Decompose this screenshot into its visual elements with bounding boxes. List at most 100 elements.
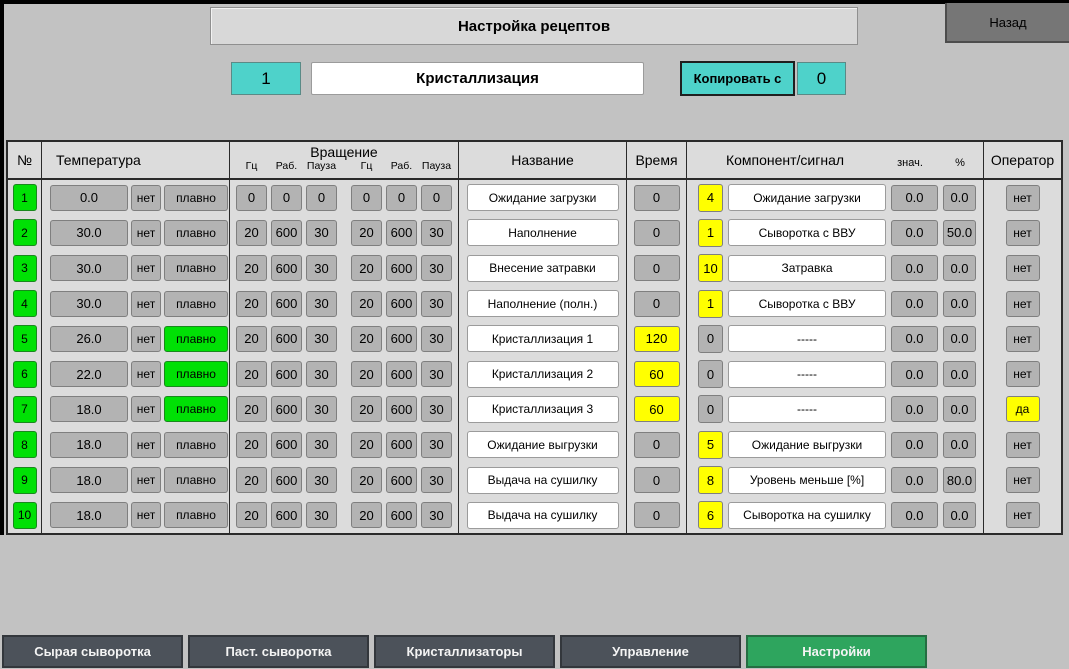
temperature-smooth-toggle[interactable]: плавно: [164, 255, 228, 281]
rotation-value[interactable]: 20: [236, 220, 267, 246]
rotation-value[interactable]: 600: [386, 432, 417, 458]
component-name-field[interactable]: Ожидание загрузки: [728, 184, 886, 211]
operator-toggle[interactable]: нет: [1006, 467, 1040, 493]
rotation-value[interactable]: 30: [306, 326, 337, 352]
component-percent[interactable]: 50.0: [943, 220, 976, 246]
component-percent[interactable]: 0.0: [943, 255, 976, 281]
component-percent[interactable]: 0.0: [943, 291, 976, 317]
rotation-value[interactable]: 600: [271, 396, 302, 422]
recipe-name-field[interactable]: Кристаллизация: [311, 62, 644, 95]
temperature-value[interactable]: 18.0: [50, 396, 128, 422]
rotation-value[interactable]: 30: [306, 432, 337, 458]
component-number[interactable]: 0: [698, 325, 723, 353]
component-value[interactable]: 0.0: [891, 432, 938, 458]
temperature-smooth-toggle[interactable]: плавно: [164, 220, 228, 246]
component-number[interactable]: 10: [698, 254, 723, 282]
rotation-value[interactable]: 600: [386, 291, 417, 317]
rotation-value[interactable]: 20: [351, 291, 382, 317]
rotation-value[interactable]: 0: [236, 185, 267, 211]
component-percent[interactable]: 0.0: [943, 185, 976, 211]
nav-button-5[interactable]: Настройки: [746, 635, 927, 668]
temperature-smooth-toggle[interactable]: плавно: [164, 467, 228, 493]
rotation-value[interactable]: 600: [271, 291, 302, 317]
temperature-smooth-toggle[interactable]: плавно: [164, 291, 228, 317]
rotation-value[interactable]: 600: [271, 502, 302, 528]
time-value[interactable]: 60: [634, 396, 680, 422]
rotation-value[interactable]: 20: [351, 467, 382, 493]
temperature-smooth-toggle[interactable]: плавно: [164, 396, 228, 422]
temperature-smooth-toggle[interactable]: плавно: [164, 502, 228, 528]
component-name-field[interactable]: Ожидание выгрузки: [728, 431, 886, 458]
step-name-field[interactable]: Кристаллизация 2: [467, 361, 619, 388]
rotation-value[interactable]: 30: [306, 396, 337, 422]
rotation-value[interactable]: 600: [386, 361, 417, 387]
temperature-value[interactable]: 26.0: [50, 326, 128, 352]
temperature-value[interactable]: 22.0: [50, 361, 128, 387]
time-value[interactable]: 0: [634, 185, 680, 211]
component-number[interactable]: 1: [698, 290, 723, 318]
component-percent[interactable]: 0.0: [943, 326, 976, 352]
operator-toggle[interactable]: нет: [1006, 361, 1040, 387]
temperature-no-toggle[interactable]: нет: [131, 432, 161, 458]
component-value[interactable]: 0.0: [891, 255, 938, 281]
temperature-no-toggle[interactable]: нет: [131, 255, 161, 281]
rotation-value[interactable]: 0: [351, 185, 382, 211]
rotation-value[interactable]: 600: [386, 220, 417, 246]
step-name-field[interactable]: Выдача на сушилку: [467, 467, 619, 494]
component-percent[interactable]: 0.0: [943, 502, 976, 528]
temperature-no-toggle[interactable]: нет: [131, 502, 161, 528]
component-number[interactable]: 0: [698, 360, 723, 388]
nav-button-2[interactable]: Паст. сыворотка: [188, 635, 369, 668]
rotation-value[interactable]: 30: [306, 502, 337, 528]
operator-toggle[interactable]: нет: [1006, 432, 1040, 458]
nav-button-4[interactable]: Управление: [560, 635, 741, 668]
temperature-no-toggle[interactable]: нет: [131, 361, 161, 387]
rotation-value[interactable]: 600: [271, 432, 302, 458]
temperature-value[interactable]: 30.0: [50, 291, 128, 317]
rotation-value[interactable]: 20: [351, 326, 382, 352]
component-number[interactable]: 4: [698, 184, 723, 212]
rotation-value[interactable]: 20: [351, 361, 382, 387]
rotation-value[interactable]: 600: [386, 502, 417, 528]
component-name-field[interactable]: Сыворотка с ВВУ: [728, 219, 886, 246]
rotation-value[interactable]: 30: [421, 291, 452, 317]
operator-toggle[interactable]: нет: [1006, 255, 1040, 281]
rotation-value[interactable]: 0: [271, 185, 302, 211]
temperature-value[interactable]: 30.0: [50, 220, 128, 246]
temperature-value[interactable]: 30.0: [50, 255, 128, 281]
rotation-value[interactable]: 600: [386, 255, 417, 281]
temperature-no-toggle[interactable]: нет: [131, 467, 161, 493]
component-name-field[interactable]: Уровень меньше [%]: [728, 467, 886, 494]
temperature-no-toggle[interactable]: нет: [131, 291, 161, 317]
component-value[interactable]: 0.0: [891, 185, 938, 211]
temperature-no-toggle[interactable]: нет: [131, 396, 161, 422]
time-value[interactable]: 0: [634, 255, 680, 281]
step-name-field[interactable]: Кристаллизация 1: [467, 325, 619, 352]
recipe-number-field[interactable]: 1: [231, 62, 301, 95]
rotation-value[interactable]: 30: [421, 467, 452, 493]
component-value[interactable]: 0.0: [891, 220, 938, 246]
rotation-value[interactable]: 20: [236, 361, 267, 387]
rotation-value[interactable]: 20: [351, 502, 382, 528]
temperature-value[interactable]: 18.0: [50, 432, 128, 458]
component-percent[interactable]: 80.0: [943, 467, 976, 493]
temperature-smooth-toggle[interactable]: плавно: [164, 326, 228, 352]
step-name-field[interactable]: Выдача на сушилку: [467, 502, 619, 529]
time-value[interactable]: 0: [634, 291, 680, 317]
time-value[interactable]: 0: [634, 467, 680, 493]
rotation-value[interactable]: 600: [271, 255, 302, 281]
rotation-value[interactable]: 20: [236, 326, 267, 352]
rotation-value[interactable]: 600: [386, 396, 417, 422]
component-value[interactable]: 0.0: [891, 361, 938, 387]
component-number[interactable]: 6: [698, 501, 723, 529]
rotation-value[interactable]: 30: [306, 361, 337, 387]
component-value[interactable]: 0.0: [891, 467, 938, 493]
component-name-field[interactable]: Сыворотка на сушилку: [728, 502, 886, 529]
component-name-field[interactable]: Сыворотка с ВВУ: [728, 290, 886, 317]
component-value[interactable]: 0.0: [891, 326, 938, 352]
component-name-field[interactable]: Затравка: [728, 255, 886, 282]
temperature-no-toggle[interactable]: нет: [131, 185, 161, 211]
step-name-field[interactable]: Кристаллизация 3: [467, 396, 619, 423]
rotation-value[interactable]: 30: [421, 361, 452, 387]
rotation-value[interactable]: 30: [421, 255, 452, 281]
